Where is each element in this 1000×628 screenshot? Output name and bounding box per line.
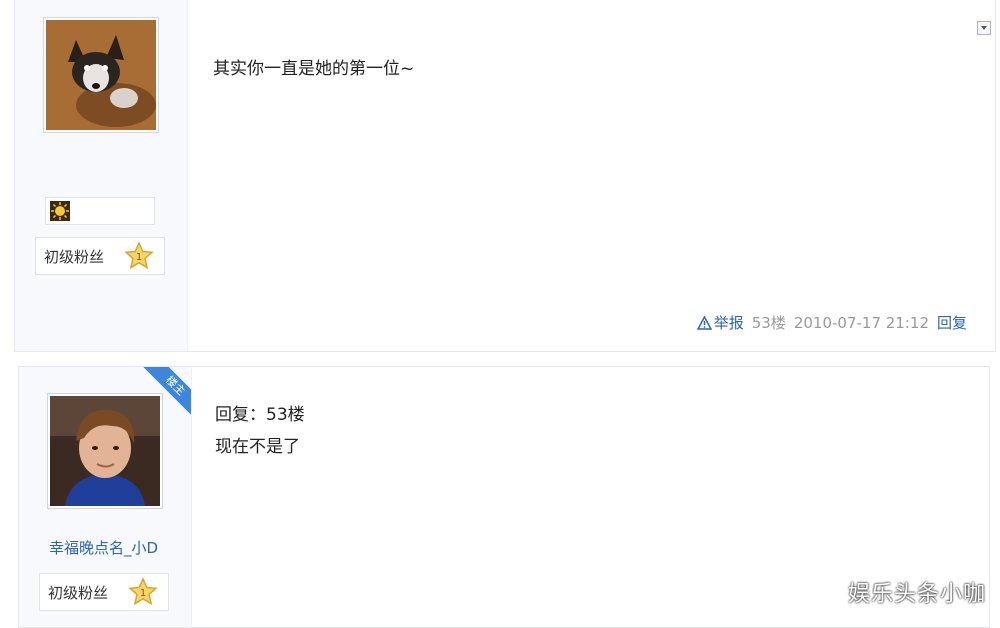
person-avatar-icon [50, 396, 160, 506]
reply-text: 现在不是了 [215, 437, 300, 457]
floor-number: 53楼 [751, 314, 786, 332]
report-link[interactable]: 举报 [696, 312, 744, 333]
reply-link[interactable]: 回复 [937, 312, 967, 333]
user-sidebar: 楼主 幸福晚点名_小D 初级粉丝 1 [19, 367, 192, 627]
user-sidebar: 初级粉丝 1 [15, 0, 188, 351]
reply-quote: 回复：53楼 [215, 405, 305, 425]
fan-level-label: 初级粉丝 [44, 247, 105, 266]
badge-box [45, 197, 155, 225]
options-dropdown-button[interactable] [977, 21, 991, 35]
avatar[interactable] [43, 17, 159, 133]
post-footer: 举报 53楼 2010-07-17 21:12 回复 [696, 312, 967, 333]
level-star-icon: 1 [128, 577, 158, 606]
post-53: 初级粉丝 1 其实你一直是她的第一位~ 举报 53楼 2010-07-17 21… [14, 0, 996, 352]
level-star-icon: 1 [124, 241, 154, 270]
avatar[interactable] [47, 393, 163, 509]
watermark: 娱乐头条小咖 [847, 582, 986, 607]
fan-level: 初级粉丝 1 [39, 573, 169, 611]
svg-text:1: 1 [136, 252, 142, 263]
fan-level: 初级粉丝 1 [35, 237, 165, 275]
husky-avatar-icon [46, 20, 156, 130]
post-content: 回复：53楼 现在不是了 [215, 399, 305, 463]
post-content: 其实你一直是她的第一位~ [213, 59, 415, 79]
warning-icon [696, 315, 712, 330]
sun-badge-icon [50, 201, 70, 221]
fan-level-label: 初级粉丝 [48, 583, 109, 602]
post-reply: 楼主 幸福晚点名_小D 初级粉丝 1 回复：53楼 现在不是了 [18, 366, 990, 628]
post-timestamp: 2010-07-17 21:12 [793, 313, 929, 332]
username-link[interactable]: 幸福晚点名_小D [49, 537, 158, 558]
svg-text:1: 1 [140, 588, 146, 599]
